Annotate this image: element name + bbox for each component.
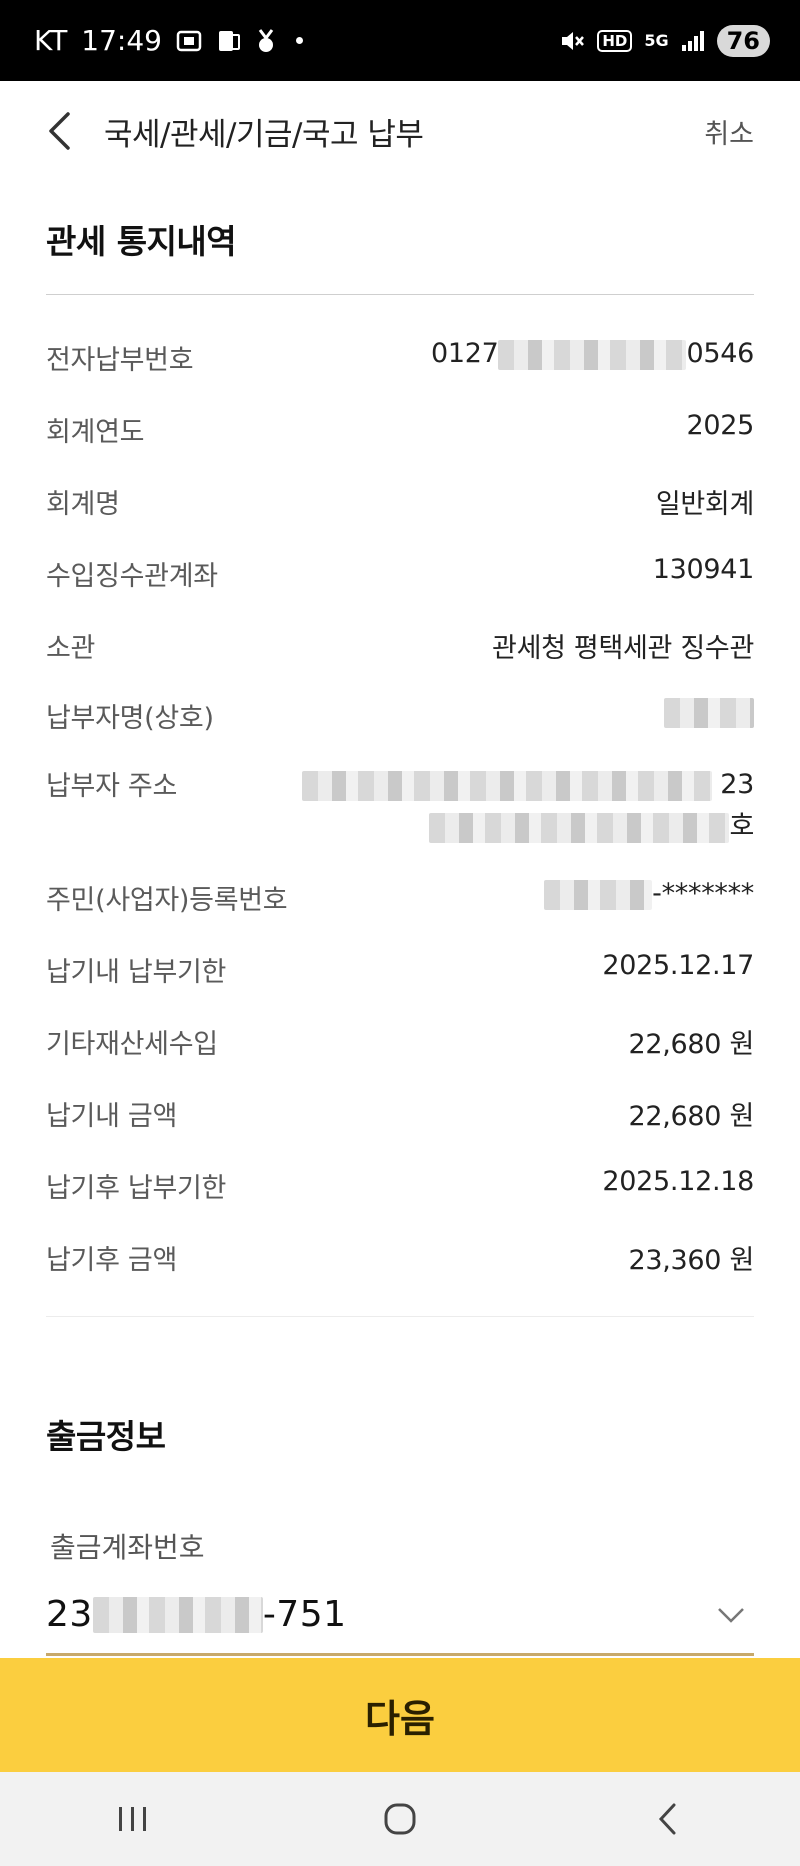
- withdrawal-section-title: 출금정보: [46, 1417, 166, 1456]
- row-label: 주민(사업자)등록번호: [46, 885, 288, 916]
- list-item: 납기내 납부기한 2025.12.17: [46, 950, 754, 989]
- carrier-label: KT: [34, 24, 68, 57]
- masked-value: [92, 1596, 263, 1633]
- home-button[interactable]: [340, 1779, 460, 1859]
- masked-value: [301, 770, 712, 801]
- row-value: 130941: [652, 554, 755, 585]
- notice-divider: [46, 294, 754, 295]
- list-item: 납기후 납부기한 2025.12.18: [46, 1166, 754, 1205]
- list-item: 수입징수관계좌 130941: [46, 554, 754, 593]
- masked-value: [429, 812, 730, 843]
- row-label: 납기후 금액: [46, 1245, 177, 1276]
- row-value: 관세청 평택세관 징수관: [492, 633, 754, 664]
- list-item: 회계연도 2025: [46, 410, 754, 449]
- next-button[interactable]: 다음: [0, 1658, 800, 1772]
- masked-value: [498, 339, 687, 370]
- masked-value: [664, 697, 754, 728]
- account-number: 23 -751: [46, 1594, 347, 1635]
- status-bar: KT 17:49 HD 5G 76: [0, 0, 800, 81]
- mute-icon: [559, 28, 585, 54]
- account-label: 출금계좌번호: [50, 1531, 205, 1564]
- row-label: 소관: [46, 633, 96, 664]
- clock: 17:49: [81, 24, 162, 57]
- notification-dot-icon: [296, 37, 303, 44]
- list-item: 소관 관세청 평택세관 징수관: [46, 626, 754, 665]
- row-label: 회계명: [46, 489, 120, 520]
- row-value: 2025.12.17: [602, 950, 754, 981]
- masked-value: [544, 879, 653, 910]
- app-header: 국세/관세/기금/국고 납부 취소: [0, 81, 800, 181]
- row-value: 22,680 원: [628, 1101, 755, 1132]
- back-arrow-icon: [658, 1803, 676, 1835]
- row-label: 납기후 납부기한: [46, 1173, 227, 1204]
- system-nav-bar: [0, 1772, 800, 1866]
- screenshot-icon: [176, 29, 202, 53]
- payer-address: 23 호: [301, 764, 754, 848]
- phone-sync-icon: [216, 28, 242, 54]
- chevron-down-icon: [718, 1607, 744, 1623]
- row-label: 전자납부번호: [46, 345, 194, 376]
- section-divider: [46, 1316, 754, 1317]
- notice-section-title: 관세 통지내역: [46, 222, 237, 261]
- recent-apps-icon: [119, 1807, 147, 1831]
- payer-name: [664, 696, 754, 728]
- list-item: 주민(사업자)등록번호 -*******: [46, 878, 754, 917]
- row-value: 2025.12.18: [602, 1166, 754, 1197]
- row-value: 23,360 원: [628, 1245, 755, 1276]
- page-title: 국세/관세/기금/국고 납부: [104, 116, 424, 153]
- chevron-left-icon: [49, 112, 70, 150]
- row-label: 납기내 납부기한: [46, 957, 227, 988]
- electronic-payment-number: 0127 0546: [430, 338, 754, 370]
- withdrawal-account-select[interactable]: 23 -751: [46, 1576, 754, 1656]
- network-type-icon: 5G: [644, 31, 669, 50]
- registration-number: -*******: [544, 878, 754, 910]
- row-label: 기타재산세수입: [46, 1029, 218, 1060]
- row-label: 납기내 금액: [46, 1101, 177, 1132]
- row-value: 2025: [686, 410, 754, 441]
- signal-icon: [681, 30, 705, 52]
- list-item: 전자납부번호 0127 0546: [46, 338, 754, 377]
- back-button[interactable]: [46, 101, 86, 161]
- hd-voice-icon: HD: [597, 29, 633, 52]
- home-icon: [384, 1803, 416, 1835]
- cancel-button[interactable]: 취소: [704, 112, 754, 151]
- row-label: 납부자 주소: [46, 771, 177, 802]
- medal-icon: [256, 28, 276, 54]
- row-value: 일반회계: [655, 489, 754, 520]
- list-item: 납부자명(상호): [46, 696, 754, 735]
- row-label: 납부자명(상호): [46, 703, 214, 734]
- system-back-button[interactable]: [607, 1779, 727, 1859]
- list-item: 기타재산세수입 22,680 원: [46, 1022, 754, 1061]
- list-item: 납기후 금액 23,360 원: [46, 1238, 754, 1277]
- list-item: 납부자 주소 23 호: [46, 764, 754, 848]
- recent-apps-button[interactable]: [73, 1779, 193, 1859]
- battery-indicator: 76: [716, 24, 770, 57]
- list-item: 회계명 일반회계: [46, 482, 754, 521]
- row-value: 22,680 원: [628, 1029, 755, 1060]
- row-label: 회계연도: [46, 417, 145, 448]
- row-label: 수입징수관계좌: [46, 561, 218, 592]
- list-item: 납기내 금액 22,680 원: [46, 1094, 754, 1133]
